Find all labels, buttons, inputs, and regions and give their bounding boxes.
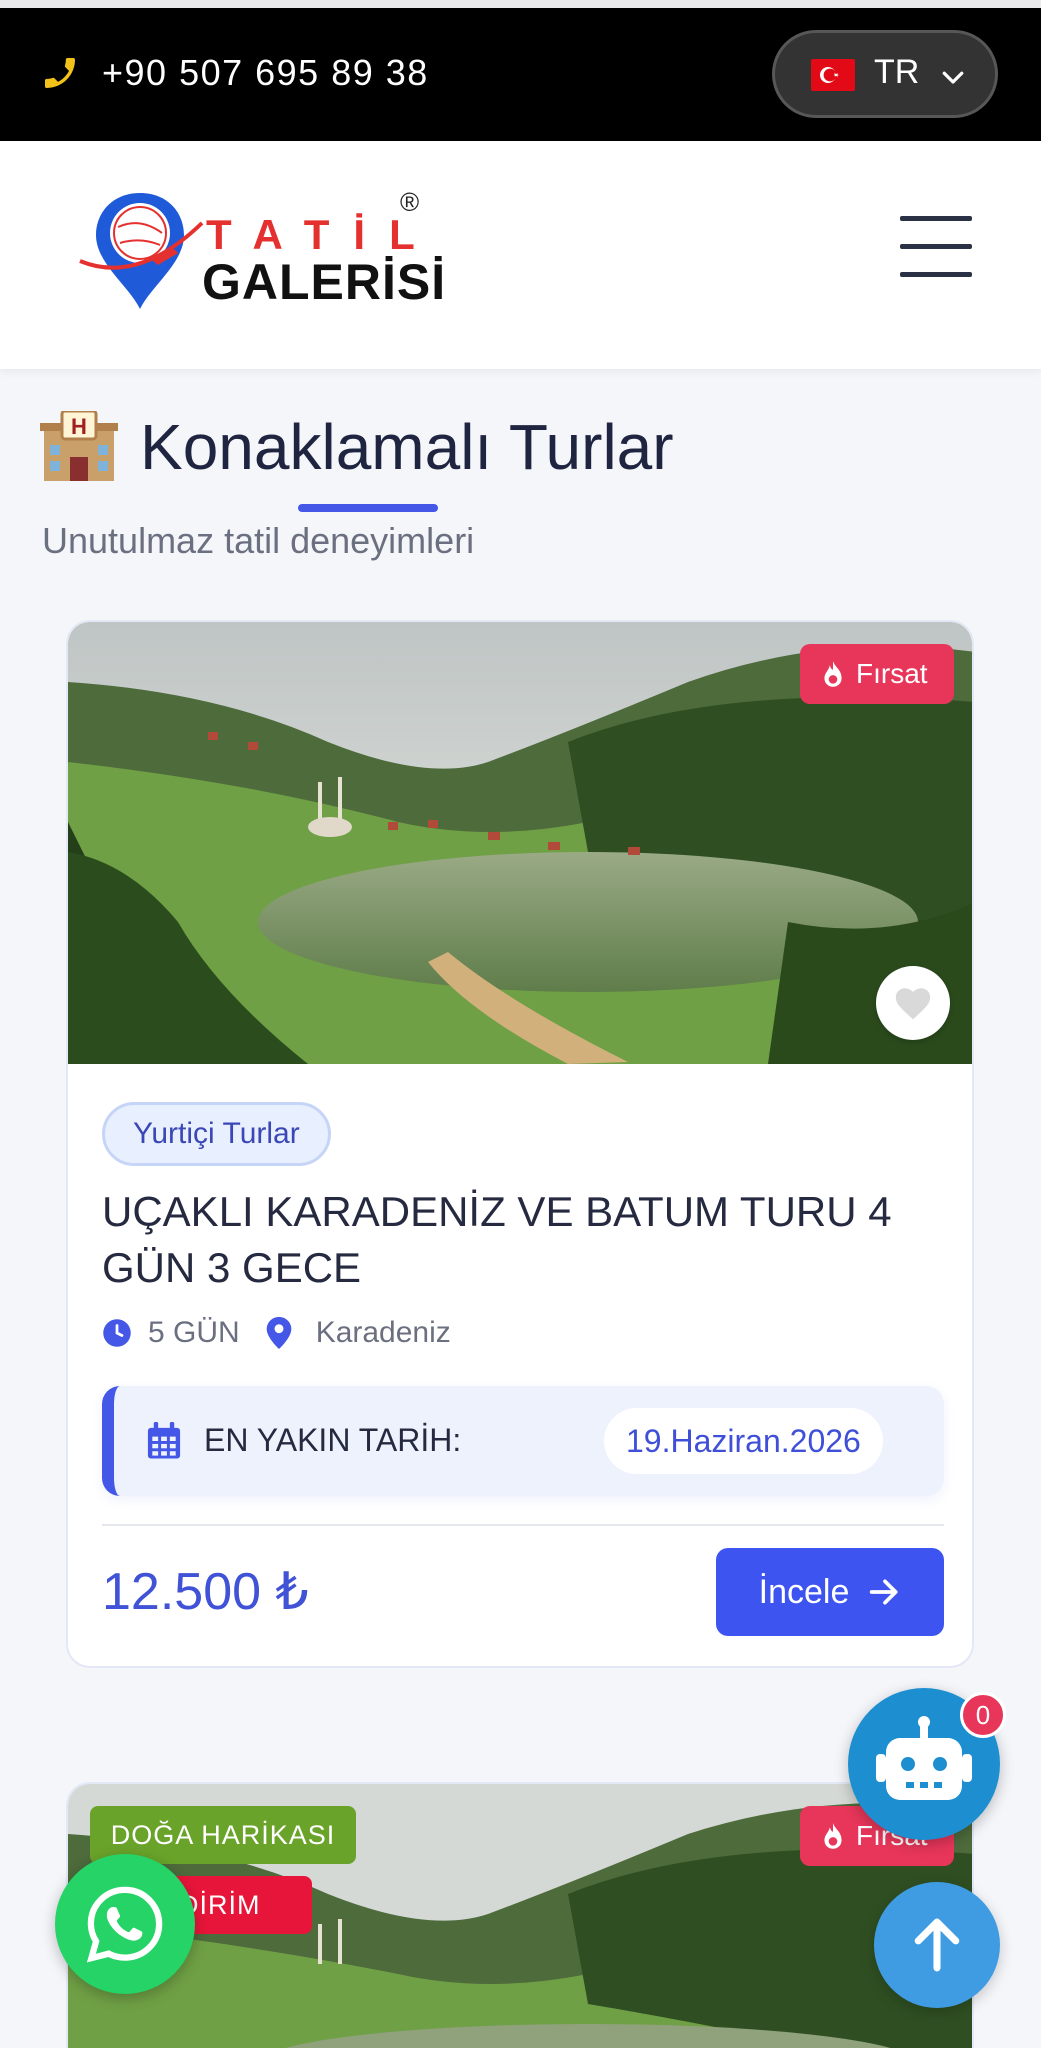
tour-title[interactable]: UÇAKLI KARADENİZ VE BATUM TURU 4 GÜN 3 G… xyxy=(102,1184,952,1296)
tour-card[interactable]: DOĞA HARİKASI İNDİRİM Fırsat xyxy=(66,1782,974,2048)
chevron-down-icon xyxy=(942,71,964,84)
language-code: TR xyxy=(874,53,920,91)
section-header: H Konaklamalı Turlar xyxy=(40,410,674,484)
section-title: Konaklamalı Turlar xyxy=(140,411,674,483)
svg-text:H: H xyxy=(71,414,87,439)
tour-price: 12.500 ₺ xyxy=(102,1563,309,1621)
logo-pin-icon xyxy=(79,193,204,309)
top-bar: +90 507 695 89 38 TR xyxy=(0,0,1041,141)
arrow-right-icon xyxy=(870,1579,898,1605)
phone-link[interactable]: +90 507 695 89 38 xyxy=(40,52,429,94)
language-selector[interactable]: TR xyxy=(772,30,998,118)
nearest-date-label: EN YAKIN TARİH: xyxy=(204,1422,462,1458)
view-tour-button-label: İncele xyxy=(758,1572,850,1611)
phone-icon xyxy=(45,58,75,88)
tour-duration: 5 GÜN xyxy=(148,1316,240,1349)
calendar-icon xyxy=(147,1422,181,1459)
whatsapp-icon xyxy=(86,1886,163,1963)
nearest-date-box: EN YAKIN TARİH: 19.Haziran.2026 xyxy=(102,1386,944,1496)
favorite-button[interactable] xyxy=(876,966,950,1040)
whatsapp-button[interactable] xyxy=(55,1854,195,1994)
logo-text-bottom: GALERİSİ xyxy=(202,254,447,310)
registered-mark: ® xyxy=(400,187,420,217)
deal-badge-label: Fırsat xyxy=(856,658,928,689)
phone-number: +90 507 695 89 38 xyxy=(102,52,429,93)
category-chip[interactable]: Yurtiçi Turlar xyxy=(102,1102,331,1166)
clock-icon xyxy=(103,1319,131,1347)
view-tour-button[interactable]: İncele xyxy=(716,1548,944,1636)
section-subtitle: Unutulmaz tatil deneyimleri xyxy=(42,520,475,561)
tour-meta: 5 GÜN Karadeniz xyxy=(102,1316,451,1350)
tour-location: Karadeniz xyxy=(315,1316,451,1349)
title-underline xyxy=(298,504,438,512)
chatbot-button[interactable]: 0 xyxy=(848,1688,1006,1840)
site-logo[interactable]: TATİL GALERİSİ ® xyxy=(78,187,445,317)
arrow-up-icon xyxy=(914,1918,960,1972)
logo-text-top: TATİL xyxy=(206,211,439,258)
fire-icon xyxy=(824,1823,842,1849)
deal-badge: Fırsat xyxy=(800,644,954,704)
nearest-date-value: 19.Haziran.2026 xyxy=(604,1408,883,1474)
hamburger-menu-icon[interactable] xyxy=(900,216,972,277)
turkey-flag-icon xyxy=(811,59,855,91)
fire-icon xyxy=(824,661,842,687)
hotel-icon: H xyxy=(40,411,118,481)
chatbot-notification-count: 0 xyxy=(960,1692,1006,1738)
heart-icon xyxy=(895,988,931,1020)
scroll-to-top-button[interactable] xyxy=(874,1882,1000,2008)
location-pin-icon xyxy=(266,1317,291,1349)
card-divider xyxy=(102,1524,944,1526)
tour-card[interactable]: Fırsat Yurtiçi Turlar UÇAKLI KARADENİZ V… xyxy=(66,620,974,1668)
site-header: TATİL GALERİSİ ® xyxy=(0,141,1041,369)
